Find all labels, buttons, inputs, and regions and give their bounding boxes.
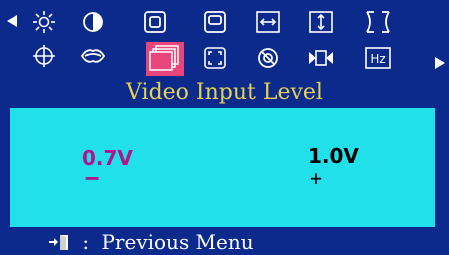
option-1-0v[interactable]: 1.0V xyxy=(308,144,359,168)
position-icon[interactable] xyxy=(141,10,169,34)
footer-hint[interactable]: : Previous Menu xyxy=(48,228,254,255)
parallelogram-icon[interactable] xyxy=(79,44,107,68)
rotation-icon[interactable] xyxy=(30,44,58,68)
hz-icon[interactable]: Hz xyxy=(364,46,392,70)
hz-label: Hz xyxy=(370,52,385,66)
contrast-icon[interactable] xyxy=(79,10,107,34)
option-panel: 0.7V − 1.0V + xyxy=(10,108,435,227)
left-arrow-icon[interactable] xyxy=(6,14,18,28)
pincushion-icon[interactable] xyxy=(364,10,392,34)
right-arrow-icon[interactable] xyxy=(434,56,446,70)
video-input-level-icon[interactable] xyxy=(146,42,184,76)
horizontal-icon[interactable] xyxy=(254,10,282,34)
plus-symbol[interactable]: + xyxy=(310,166,322,190)
exit-door-icon xyxy=(48,230,70,250)
menu-title: Video Input Level xyxy=(126,80,323,105)
brightness-icon[interactable] xyxy=(30,10,58,34)
degauss-icon[interactable] xyxy=(254,46,282,70)
footer-text: Previous Menu xyxy=(101,230,254,254)
trapezoid-icon[interactable] xyxy=(307,46,335,70)
size-icon[interactable] xyxy=(201,10,229,34)
minus-symbol[interactable]: − xyxy=(85,164,99,192)
vertical-icon[interactable] xyxy=(307,10,335,34)
osd-menu: Hz Video Input Level 0.7V − 1.0V + : Pre… xyxy=(0,0,449,255)
footer-separator: : xyxy=(82,230,90,254)
moire-icon[interactable] xyxy=(201,46,229,70)
